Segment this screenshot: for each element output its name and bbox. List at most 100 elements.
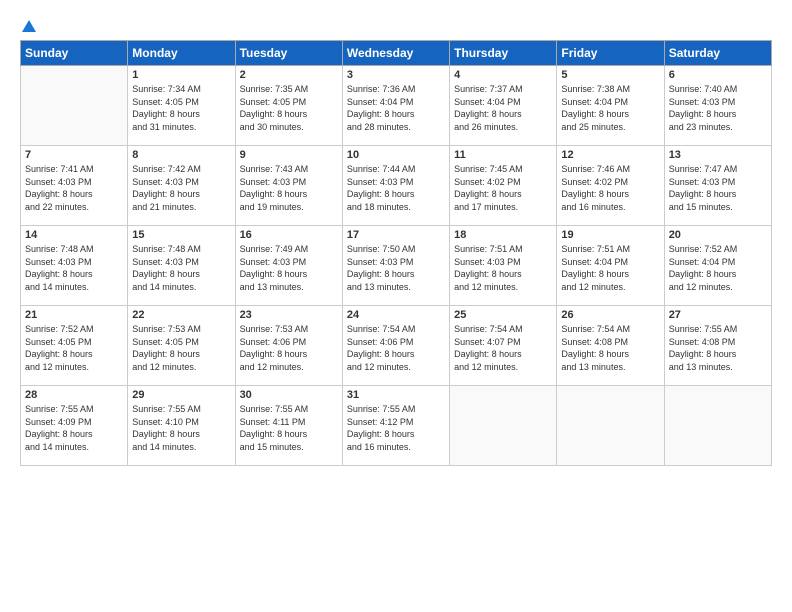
calendar-cell	[21, 66, 128, 146]
calendar-header-monday: Monday	[128, 41, 235, 66]
day-number: 2	[240, 69, 338, 81]
day-number: 3	[347, 69, 445, 81]
calendar-cell: 2 Sunrise: 7:35 AM Sunset: 4:05 PM Daylig…	[235, 66, 342, 146]
calendar-cell: 18 Sunrise: 7:51 AM Sunset: 4:03 PM Dayli…	[450, 226, 557, 306]
day-info: Sunrise: 7:48 AM Sunset: 4:03 PM Dayligh…	[25, 243, 123, 293]
day-info: Sunrise: 7:55 AM Sunset: 4:08 PM Dayligh…	[669, 323, 767, 373]
day-number: 4	[454, 69, 552, 81]
day-info: Sunrise: 7:36 AM Sunset: 4:04 PM Dayligh…	[347, 83, 445, 133]
calendar-header-tuesday: Tuesday	[235, 41, 342, 66]
calendar-cell: 15 Sunrise: 7:48 AM Sunset: 4:03 PM Dayli…	[128, 226, 235, 306]
calendar-week-2: 7Sunrise: 7:41 AM Sunset: 4:03 PM Daylig…	[21, 146, 772, 226]
day-info: Sunrise: 7:35 AM Sunset: 4:05 PM Dayligh…	[240, 83, 338, 133]
calendar-cell: 1 Sunrise: 7:34 AM Sunset: 4:05 PM Daylig…	[128, 66, 235, 146]
day-number: 13	[669, 149, 767, 161]
calendar-cell: 26Sunrise: 7:54 AM Sunset: 4:08 PM Dayli…	[557, 306, 664, 386]
day-number: 17	[347, 229, 445, 241]
day-number: 6	[669, 69, 767, 81]
calendar-cell: 10 Sunrise: 7:44 AM Sunset: 4:03 PM Dayli…	[342, 146, 449, 226]
day-number: 28	[25, 389, 123, 401]
calendar-cell: 27 Sunrise: 7:55 AM Sunset: 4:08 PM Dayli…	[664, 306, 771, 386]
day-info: Sunrise: 7:54 AM Sunset: 4:07 PM Dayligh…	[454, 323, 552, 373]
calendar-header-wednesday: Wednesday	[342, 41, 449, 66]
logo-arrow-icon	[21, 18, 37, 34]
day-number: 22	[132, 309, 230, 321]
day-number: 24	[347, 309, 445, 321]
day-number: 27	[669, 309, 767, 321]
calendar-cell: 13 Sunrise: 7:47 AM Sunset: 4:03 PM Dayli…	[664, 146, 771, 226]
day-info: Sunrise: 7:55 AM Sunset: 4:11 PM Dayligh…	[240, 403, 338, 453]
day-info: Sunrise: 7:40 AM Sunset: 4:03 PM Dayligh…	[669, 83, 767, 133]
calendar-week-5: 28Sunrise: 7:55 AM Sunset: 4:09 PM Dayli…	[21, 386, 772, 466]
day-number: 29	[132, 389, 230, 401]
day-info: Sunrise: 7:51 AM Sunset: 4:04 PM Dayligh…	[561, 243, 659, 293]
calendar-cell: 16 Sunrise: 7:49 AM Sunset: 4:03 PM Dayli…	[235, 226, 342, 306]
day-info: Sunrise: 7:46 AM Sunset: 4:02 PM Dayligh…	[561, 163, 659, 213]
calendar-week-4: 21Sunrise: 7:52 AM Sunset: 4:05 PM Dayli…	[21, 306, 772, 386]
calendar-cell: 31Sunrise: 7:55 AM Sunset: 4:12 PM Dayli…	[342, 386, 449, 466]
day-info: Sunrise: 7:34 AM Sunset: 4:05 PM Dayligh…	[132, 83, 230, 133]
day-info: Sunrise: 7:43 AM Sunset: 4:03 PM Dayligh…	[240, 163, 338, 213]
day-number: 31	[347, 389, 445, 401]
day-number: 7	[25, 149, 123, 161]
calendar-header-thursday: Thursday	[450, 41, 557, 66]
day-info: Sunrise: 7:47 AM Sunset: 4:03 PM Dayligh…	[669, 163, 767, 213]
day-number: 8	[132, 149, 230, 161]
day-info: Sunrise: 7:52 AM Sunset: 4:05 PM Dayligh…	[25, 323, 123, 373]
day-number: 20	[669, 229, 767, 241]
day-number: 23	[240, 309, 338, 321]
calendar-cell: 8Sunrise: 7:42 AM Sunset: 4:03 PM Daylig…	[128, 146, 235, 226]
page: SundayMondayTuesdayWednesdayThursdayFrid…	[0, 0, 792, 612]
logo	[20, 18, 37, 34]
calendar-cell: 24 Sunrise: 7:54 AM Sunset: 4:06 PM Dayli…	[342, 306, 449, 386]
day-info: Sunrise: 7:45 AM Sunset: 4:02 PM Dayligh…	[454, 163, 552, 213]
calendar-cell: 17 Sunrise: 7:50 AM Sunset: 4:03 PM Dayli…	[342, 226, 449, 306]
day-info: Sunrise: 7:53 AM Sunset: 4:06 PM Dayligh…	[240, 323, 338, 373]
calendar-cell: 20 Sunrise: 7:52 AM Sunset: 4:04 PM Dayli…	[664, 226, 771, 306]
day-number: 15	[132, 229, 230, 241]
day-number: 18	[454, 229, 552, 241]
day-info: Sunrise: 7:52 AM Sunset: 4:04 PM Dayligh…	[669, 243, 767, 293]
day-info: Sunrise: 7:51 AM Sunset: 4:03 PM Dayligh…	[454, 243, 552, 293]
calendar-header-sunday: Sunday	[21, 41, 128, 66]
calendar-cell: 28Sunrise: 7:55 AM Sunset: 4:09 PM Dayli…	[21, 386, 128, 466]
day-number: 12	[561, 149, 659, 161]
day-info: Sunrise: 7:49 AM Sunset: 4:03 PM Dayligh…	[240, 243, 338, 293]
day-info: Sunrise: 7:38 AM Sunset: 4:04 PM Dayligh…	[561, 83, 659, 133]
day-number: 26	[561, 309, 659, 321]
day-info: Sunrise: 7:53 AM Sunset: 4:05 PM Dayligh…	[132, 323, 230, 373]
day-info: Sunrise: 7:55 AM Sunset: 4:10 PM Dayligh…	[132, 403, 230, 453]
calendar-cell: 25Sunrise: 7:54 AM Sunset: 4:07 PM Dayli…	[450, 306, 557, 386]
day-info: Sunrise: 7:50 AM Sunset: 4:03 PM Dayligh…	[347, 243, 445, 293]
calendar-cell: 22 Sunrise: 7:53 AM Sunset: 4:05 PM Dayli…	[128, 306, 235, 386]
day-number: 10	[347, 149, 445, 161]
calendar-cell: 19 Sunrise: 7:51 AM Sunset: 4:04 PM Dayli…	[557, 226, 664, 306]
day-info: Sunrise: 7:48 AM Sunset: 4:03 PM Dayligh…	[132, 243, 230, 293]
calendar-cell: 30Sunrise: 7:55 AM Sunset: 4:11 PM Dayli…	[235, 386, 342, 466]
calendar-cell	[557, 386, 664, 466]
day-number: 1	[132, 69, 230, 81]
calendar-cell: 29 Sunrise: 7:55 AM Sunset: 4:10 PM Dayli…	[128, 386, 235, 466]
calendar-cell: 6 Sunrise: 7:40 AM Sunset: 4:03 PM Daylig…	[664, 66, 771, 146]
calendar-cell: 11 Sunrise: 7:45 AM Sunset: 4:02 PM Dayli…	[450, 146, 557, 226]
calendar-cell: 5Sunrise: 7:38 AM Sunset: 4:04 PM Daylig…	[557, 66, 664, 146]
calendar-header-saturday: Saturday	[664, 41, 771, 66]
calendar-cell	[450, 386, 557, 466]
day-number: 19	[561, 229, 659, 241]
calendar-cell: 3 Sunrise: 7:36 AM Sunset: 4:04 PM Daylig…	[342, 66, 449, 146]
day-info: Sunrise: 7:54 AM Sunset: 4:06 PM Dayligh…	[347, 323, 445, 373]
calendar-cell: 4 Sunrise: 7:37 AM Sunset: 4:04 PM Daylig…	[450, 66, 557, 146]
calendar-header-friday: Friday	[557, 41, 664, 66]
day-number: 11	[454, 149, 552, 161]
header	[20, 18, 772, 34]
calendar-cell: 21Sunrise: 7:52 AM Sunset: 4:05 PM Dayli…	[21, 306, 128, 386]
day-info: Sunrise: 7:37 AM Sunset: 4:04 PM Dayligh…	[454, 83, 552, 133]
day-number: 16	[240, 229, 338, 241]
day-info: Sunrise: 7:44 AM Sunset: 4:03 PM Dayligh…	[347, 163, 445, 213]
day-number: 9	[240, 149, 338, 161]
calendar-cell: 7Sunrise: 7:41 AM Sunset: 4:03 PM Daylig…	[21, 146, 128, 226]
calendar-cell: 14 Sunrise: 7:48 AM Sunset: 4:03 PM Dayli…	[21, 226, 128, 306]
day-number: 14	[25, 229, 123, 241]
calendar-week-1: 1 Sunrise: 7:34 AM Sunset: 4:05 PM Daylig…	[21, 66, 772, 146]
calendar-cell: 12 Sunrise: 7:46 AM Sunset: 4:02 PM Dayli…	[557, 146, 664, 226]
